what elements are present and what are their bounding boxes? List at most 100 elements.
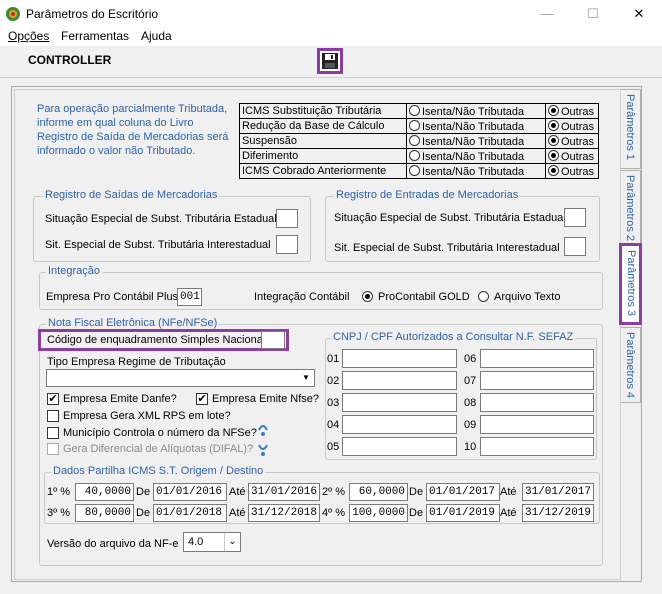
icms-option-isenta[interactable]: Isenta/Não Tributada (406, 118, 546, 134)
save-button[interactable] (317, 48, 343, 74)
emite-danfe-checkbox[interactable]: ✔ (47, 393, 59, 405)
tipo-empresa-select[interactable]: ▼ (46, 369, 315, 387)
cnpj-input[interactable] (480, 393, 594, 412)
partilha-ate-input[interactable]: 31/12/2018 (248, 504, 320, 522)
arquivo-texto-radio[interactable] (478, 291, 489, 302)
saidas-estadual-input[interactable] (276, 209, 298, 228)
procontabil-gold-radio[interactable] (362, 291, 373, 302)
saidas-group (33, 196, 311, 262)
menu-opcoes-label: Opções (8, 29, 50, 43)
municipio-controla-label: Município Controla o número da NFSe? (63, 427, 257, 439)
partilha-ate-input[interactable]: 31/01/2017 (522, 483, 594, 501)
partilha-de-input[interactable]: 01/01/2019 (426, 504, 500, 522)
cnpj-input[interactable] (342, 371, 457, 390)
partilha-ate-input[interactable]: 31/01/2016 (248, 483, 320, 501)
tab-parametros-3[interactable]: Parâmetros 3 (619, 243, 642, 325)
emite-nfse-checkbox[interactable]: ✔ (196, 393, 208, 405)
scroll-up-icon[interactable] (257, 422, 269, 438)
icms-option-outras[interactable]: Outras (545, 163, 599, 179)
icms-option-isenta[interactable]: Isenta/Não Tributada (406, 163, 546, 179)
icms-option-isenta[interactable]: Isenta/Não Tributada (406, 103, 546, 119)
icms-row: ICMS Substituição Tributária Isenta/Não T… (239, 103, 599, 119)
icms-row: ICMS Cobrado Anteriormente Isenta/Não Tri… (239, 163, 599, 179)
header-separator (0, 77, 662, 78)
cnpj-input[interactable] (480, 371, 594, 390)
icms-option-isenta[interactable]: Isenta/Não Tributada (406, 148, 546, 164)
tab-parametros-1-label: Parâmetros 1 (624, 94, 636, 161)
cnpj-input[interactable] (480, 349, 594, 368)
partilha-de-label: De (409, 486, 424, 498)
icms-outras-label: Outras (561, 165, 595, 178)
partilha-de-input[interactable]: 01/01/2016 (153, 483, 227, 501)
saidas-interestadual-input[interactable] (276, 235, 298, 254)
maximize-button[interactable]: ☐ (570, 0, 616, 28)
icms-isenta-radio[interactable] (409, 134, 420, 146)
partilha-row-label: 1º % (47, 486, 70, 498)
icms-row-label: Suspensão (239, 133, 407, 149)
municipio-controla-checkbox[interactable] (47, 427, 59, 439)
tab-parametros-2[interactable]: Parâmetros 2 (621, 170, 641, 246)
icms-outras-radio[interactable] (548, 164, 559, 176)
icms-isenta-label: Isenta/Não Tributada (422, 120, 525, 133)
icms-isenta-radio[interactable] (409, 104, 420, 116)
minimize-button[interactable]: — (524, 0, 570, 28)
entradas-estadual-label: Situação Especial de Subst. Tributária E… (334, 212, 566, 224)
tab-parametros-1[interactable]: Parâmetros 1 (621, 89, 641, 169)
versao-nfe-select[interactable]: 4.0 ⌄ (183, 532, 241, 552)
integracao-legend: Integração (46, 265, 102, 277)
partilha-ate-input[interactable]: 31/12/2019 (522, 504, 594, 522)
partilha-row-label: 2º % (322, 486, 345, 498)
tipo-empresa-label: Tipo Empresa Regime de Tributação (47, 356, 226, 368)
tab-parametros-4[interactable]: Parâmetros 4 (621, 327, 641, 403)
icms-option-outras[interactable]: Outras (545, 103, 599, 119)
cnpj-input[interactable] (480, 437, 594, 456)
partilha-row-label: 3º % (47, 507, 70, 519)
icms-option-outras[interactable]: Outras (545, 118, 599, 134)
icms-row-label: Redução da Base de Cálculo (239, 118, 407, 134)
tab-parametros-4-label: Parâmetros 4 (624, 332, 636, 399)
icms-outras-radio[interactable] (548, 119, 559, 131)
saidas-estadual-label: Situação Especial de Subst. Tributária E… (45, 213, 277, 225)
partilha-de-input[interactable]: 01/01/2017 (426, 483, 500, 501)
xml-rps-lote-label: Empresa Gera XML RPS em lote? (63, 410, 231, 422)
tab-parametros-3-label: Parâmetros 3 (625, 250, 637, 317)
cnpj-input[interactable] (480, 415, 594, 434)
empresa-procontabil-label: Empresa Pro Contábil Plus (46, 291, 179, 303)
icms-option-outras[interactable]: Outras (545, 133, 599, 149)
menu-opcoes[interactable]: Opções (8, 29, 49, 43)
icms-isenta-radio[interactable] (409, 119, 420, 131)
entradas-estadual-input[interactable] (564, 208, 586, 227)
partilha-percent-input[interactable]: 100,0000 (349, 504, 408, 522)
icms-outras-radio[interactable] (548, 149, 559, 161)
empresa-procontabil-input[interactable]: 001 (177, 288, 202, 306)
codigo-enquadramento-input[interactable] (261, 331, 285, 349)
icms-option-outras[interactable]: Outras (545, 148, 599, 164)
icms-isenta-radio[interactable] (409, 164, 420, 176)
cnpj-input[interactable] (342, 437, 457, 456)
close-button[interactable]: ✕ (616, 0, 662, 28)
emite-danfe-label: Empresa Emite Danfe? (63, 393, 177, 405)
partilha-percent-input[interactable]: 60,0000 (349, 483, 408, 501)
icms-outras-label: Outras (561, 135, 595, 148)
partilha-percent-input[interactable]: 80,0000 (75, 504, 134, 522)
icms-option-isenta[interactable]: Isenta/Não Tributada (406, 133, 546, 149)
partilha-percent-input[interactable]: 40,0000 (75, 483, 134, 501)
menu-ferramentas-label: Ferramentas (61, 29, 130, 43)
icms-outras-radio[interactable] (548, 104, 559, 116)
integracao-contabil-label: Integração Contábil (254, 291, 350, 303)
icms-outras-radio[interactable] (548, 134, 559, 146)
cnpj-input[interactable] (342, 393, 457, 412)
xml-rps-lote-checkbox[interactable] (47, 410, 59, 422)
chevron-down-icon: ⌄ (224, 533, 240, 551)
cnpj-input[interactable] (342, 415, 457, 434)
partilha-ate-label: Até (229, 486, 246, 498)
menu-ferramentas[interactable]: Ferramentas (61, 29, 129, 43)
cnpj-number-label: 05 (327, 441, 340, 453)
tab-parametros-2-label: Parâmetros 2 (624, 175, 636, 242)
menu-ajuda[interactable]: Ajuda (141, 29, 172, 43)
scroll-down-icon[interactable] (257, 441, 269, 457)
cnpj-input[interactable] (342, 349, 457, 368)
partilha-de-input[interactable]: 01/01/2018 (153, 504, 227, 522)
entradas-interestadual-input[interactable] (564, 237, 586, 256)
icms-isenta-radio[interactable] (409, 149, 420, 161)
